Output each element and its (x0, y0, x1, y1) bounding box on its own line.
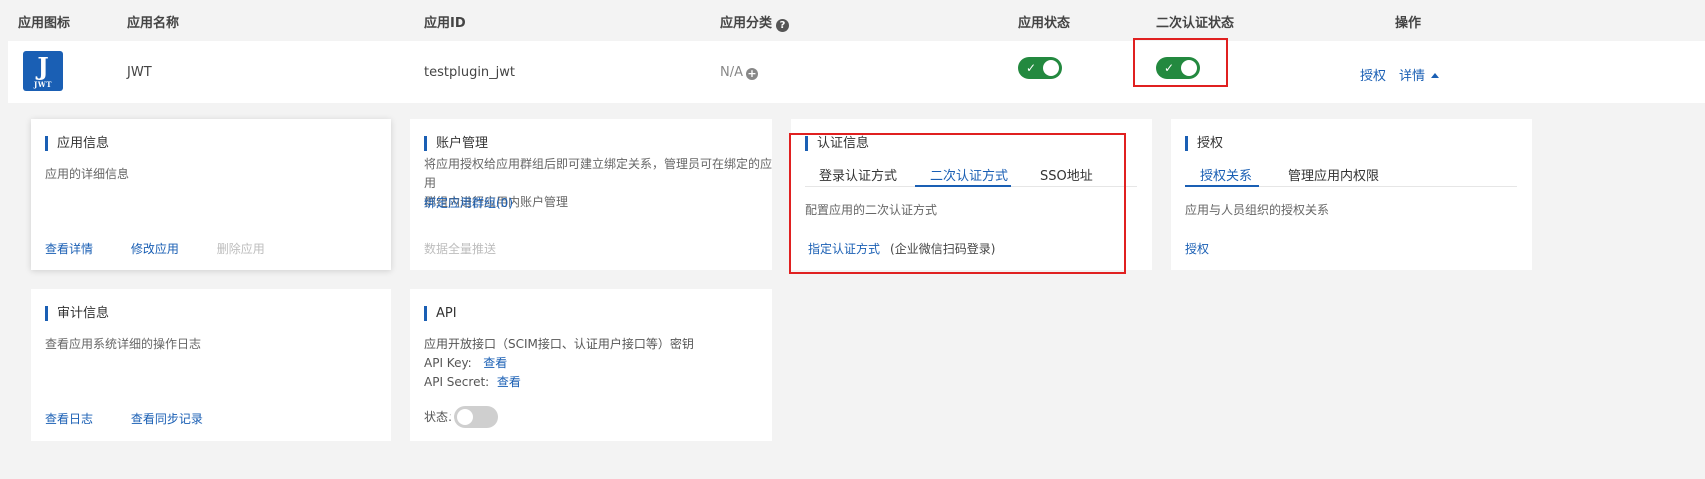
caret-up-icon (1431, 73, 1440, 78)
card-links: 绑定应用群组(0) (424, 194, 547, 211)
tab-app-permissions[interactable]: 管理应用内权限 (1288, 165, 1379, 184)
app-logo: J JWT (23, 51, 63, 91)
delete-app-link: 删除应用 (216, 242, 265, 256)
api-key-row: API Key: 查看 (424, 356, 508, 370)
card-account-management: 账户管理 将应用授权给应用群组后即可建立绑定关系，管理员可在绑定的应用 群组内进… (410, 119, 772, 270)
grant-link[interactable]: 授权 (1185, 242, 1209, 256)
details-toggle[interactable]: 详情 (1399, 65, 1440, 84)
api-secret-row: API Secret: 查看 (424, 375, 521, 389)
card-links: 查看日志 查看同步记录 (45, 410, 237, 427)
view-api-key-link[interactable]: 查看 (483, 356, 507, 370)
card-app-info: 应用信息 应用的详细信息 查看详情 修改应用 删除应用 (31, 119, 391, 270)
col-header-status: 应用状态 (1018, 16, 1071, 31)
active-tab-indicator (1185, 185, 1259, 187)
card-desc: 应用的详细信息 (45, 167, 130, 181)
card-authorization: 授权 授权关系 管理应用内权限 应用与人员组织的授权关系 授权 (1171, 119, 1532, 270)
api-status-toggle[interactable]: ✕ (446, 406, 499, 428)
app-id: testplugin_jwt (424, 65, 516, 80)
view-api-secret-link[interactable]: 查看 (497, 375, 521, 389)
card-links-bottom: 数据全量推送 (424, 240, 530, 257)
add-category-icon[interactable]: + (746, 68, 758, 80)
card-audit-info: 审计信息 查看应用系统详细的操作日志 查看日志 查看同步记录 (31, 289, 391, 441)
tab-grant-relations[interactable]: 授权关系 (1200, 165, 1252, 184)
help-icon[interactable]: ? (776, 19, 790, 32)
card-links: 授权 (1185, 240, 1243, 257)
card-api: API 应用开放接口（SCIM接口、认证用户接口等）密钥 API Key: 查看… (410, 289, 772, 441)
card-title: 授权 (1185, 136, 1223, 151)
card-desc: 应用开放接口（SCIM接口、认证用户接口等）密钥 API Key: 查看 API… (424, 335, 694, 392)
check-icon: ✓ (1026, 61, 1037, 75)
card-links: 查看详情 修改应用 删除应用 (45, 240, 299, 257)
view-logs-link[interactable]: 查看日志 (45, 412, 93, 426)
table-header: 应用图标 应用名称 应用ID 应用分类? 应用状态 二次认证状态 操作 (0, 0, 1705, 40)
edit-app-link[interactable]: 修改应用 (131, 242, 179, 256)
authorize-link[interactable]: 授权 (1360, 65, 1386, 84)
app-status-toggle[interactable]: ✓ (1018, 57, 1062, 79)
col-header-category: 应用分类? (720, 12, 790, 32)
card-desc: 应用与人员组织的授权关系 (1185, 203, 1330, 217)
col-header-name: 应用名称 (127, 16, 180, 31)
grant-tabs: 授权关系 管理应用内权限 (1185, 157, 1517, 187)
view-sync-records-link[interactable]: 查看同步记录 (131, 412, 203, 426)
app-name: JWT (127, 65, 152, 80)
table-row: J JWT JWT testplugin_jwt N/A + ✓ ✓ 授权 详情 (8, 41, 1705, 103)
col-header-actions: 操作 (1395, 16, 1422, 31)
toggle-knob (457, 409, 474, 425)
col-header-icon: 应用图标 (18, 16, 71, 31)
api-status-row: 状态: ✕ (424, 406, 532, 428)
app-category: N/A + (720, 65, 758, 80)
bind-app-group-link[interactable]: 绑定应用群组(0) (424, 196, 513, 210)
toggle-knob (1043, 60, 1059, 76)
highlight-box-mfa (1133, 38, 1228, 87)
full-data-push-link: 数据全量推送 (424, 242, 497, 256)
col-header-mfa-status: 二次认证状态 (1156, 16, 1235, 31)
highlight-box-auth (789, 133, 1126, 274)
card-title: 账户管理 (424, 136, 488, 151)
card-title: 应用信息 (45, 136, 109, 151)
card-desc: 查看应用系统详细的操作日志 (45, 337, 202, 351)
view-details-link[interactable]: 查看详情 (45, 242, 93, 256)
card-title: 审计信息 (45, 306, 109, 321)
card-title: API (424, 306, 457, 321)
close-icon: ✕ (445, 410, 457, 424)
col-header-id: 应用ID (424, 16, 466, 31)
